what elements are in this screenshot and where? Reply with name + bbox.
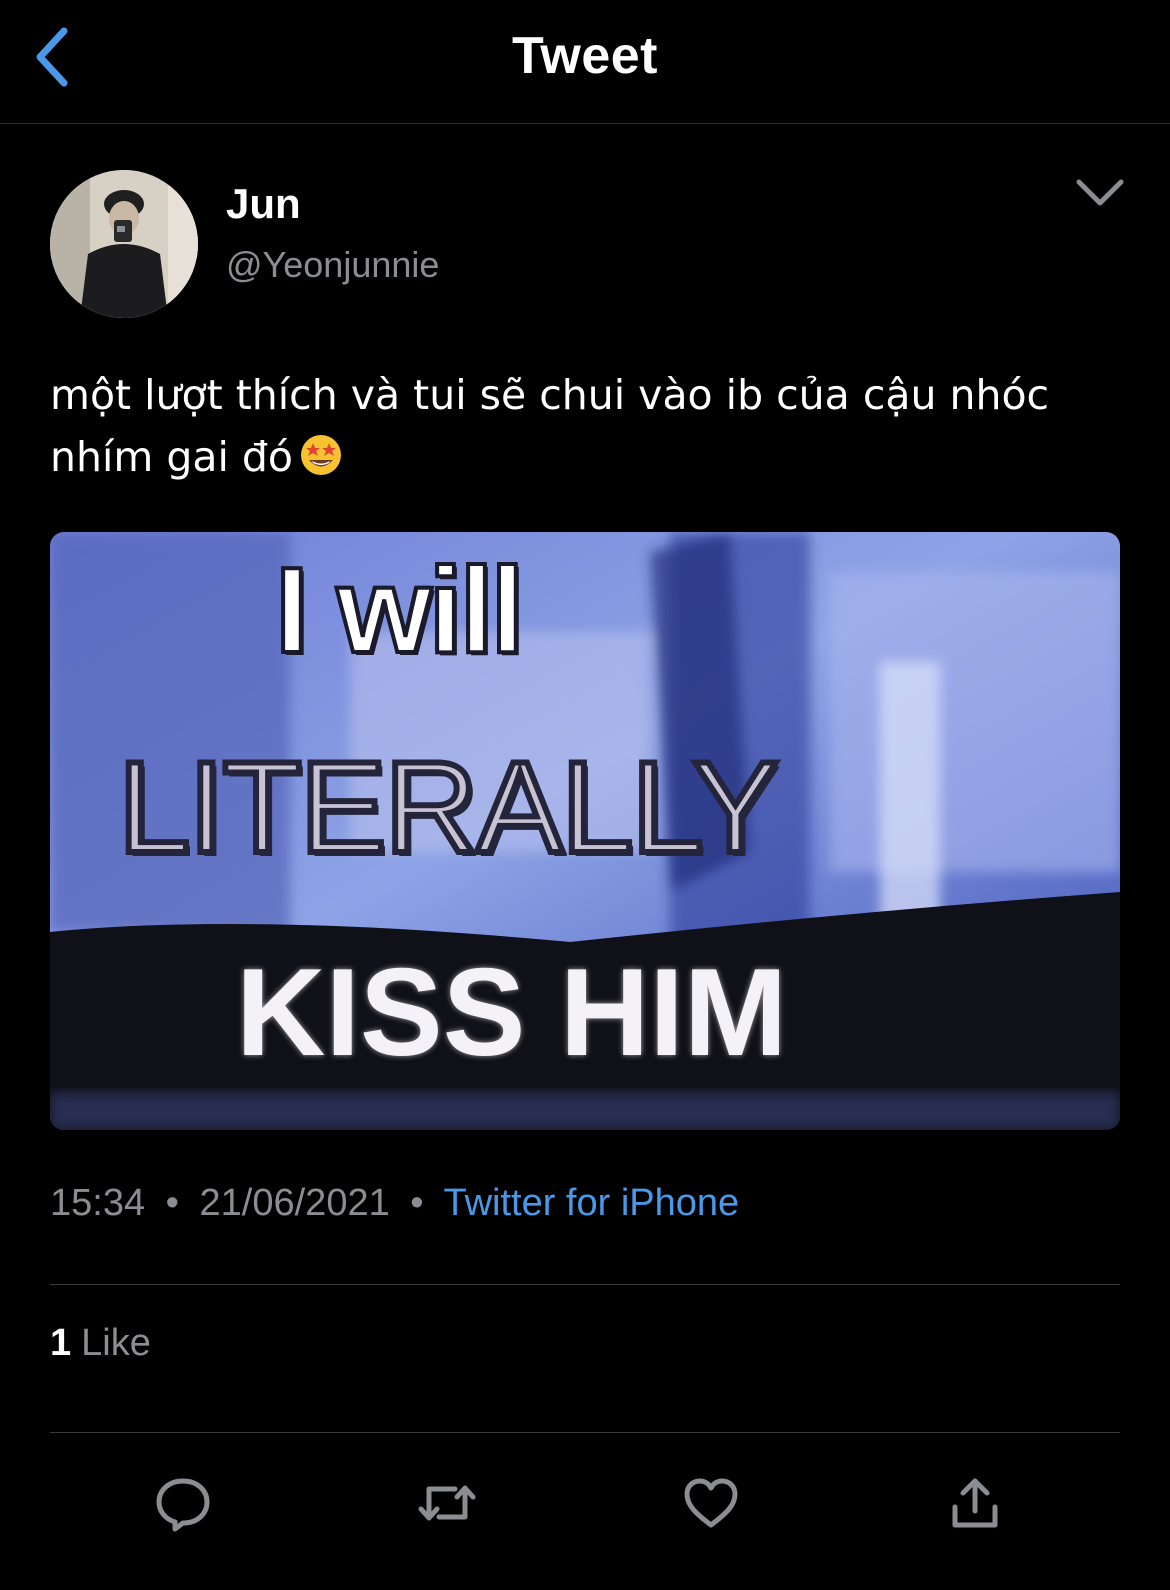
likes-label: Like xyxy=(81,1322,151,1364)
tweet-source-link[interactable]: Twitter for iPhone xyxy=(443,1182,739,1224)
likes-count: 1 xyxy=(50,1322,72,1364)
tweet-detail-screen: Tweet Jun @Yeonjunnie một lượt thích và … xyxy=(0,0,1170,1590)
author-handle[interactable]: @Yeonjunnie xyxy=(226,244,439,286)
author-name[interactable]: Jun xyxy=(226,180,301,228)
reply-button[interactable] xyxy=(148,1468,218,1538)
tweet-time: 15:34 xyxy=(50,1182,146,1224)
chevron-down-icon xyxy=(1076,179,1124,206)
reply-icon xyxy=(156,1478,210,1532)
divider xyxy=(50,1284,1120,1285)
tweet-date: 21/06/2021 xyxy=(199,1182,390,1224)
meta-separator: • xyxy=(165,1182,179,1224)
tweet-media-image[interactable]: I will LITERALLY KISS HIM xyxy=(50,532,1120,1130)
meta-separator: • xyxy=(410,1182,424,1224)
nav-bar: Tweet xyxy=(0,0,1170,124)
retweet-icon xyxy=(418,1485,476,1521)
heart-icon xyxy=(684,1478,738,1528)
avatar-photo xyxy=(50,170,198,318)
like-button[interactable] xyxy=(676,1468,746,1538)
share-button[interactable] xyxy=(940,1468,1010,1538)
more-options-button[interactable] xyxy=(1070,168,1130,218)
star-struck-emoji xyxy=(299,432,343,494)
meme-text-line-3: KISS HIM xyxy=(236,944,788,1082)
retweet-button[interactable] xyxy=(412,1468,482,1538)
divider xyxy=(50,1432,1120,1433)
tweet-body: một lượt thích và tui sẽ chui vào ib của… xyxy=(50,371,1050,481)
meme-text-line-2: LITERALLY xyxy=(115,731,782,883)
page-title: Tweet xyxy=(511,27,658,85)
meme-text-line-1: I will xyxy=(273,540,526,680)
tweet-text: một lượt thích và tui sẽ chui vào ib của… xyxy=(50,364,1130,494)
avatar[interactable] xyxy=(50,170,198,318)
tweet-meta: 15:34 • 21/06/2021 • Twitter for iPhone xyxy=(50,1182,739,1225)
likes-count-link[interactable]: 1 Like xyxy=(50,1322,151,1365)
share-icon xyxy=(952,1478,998,1528)
